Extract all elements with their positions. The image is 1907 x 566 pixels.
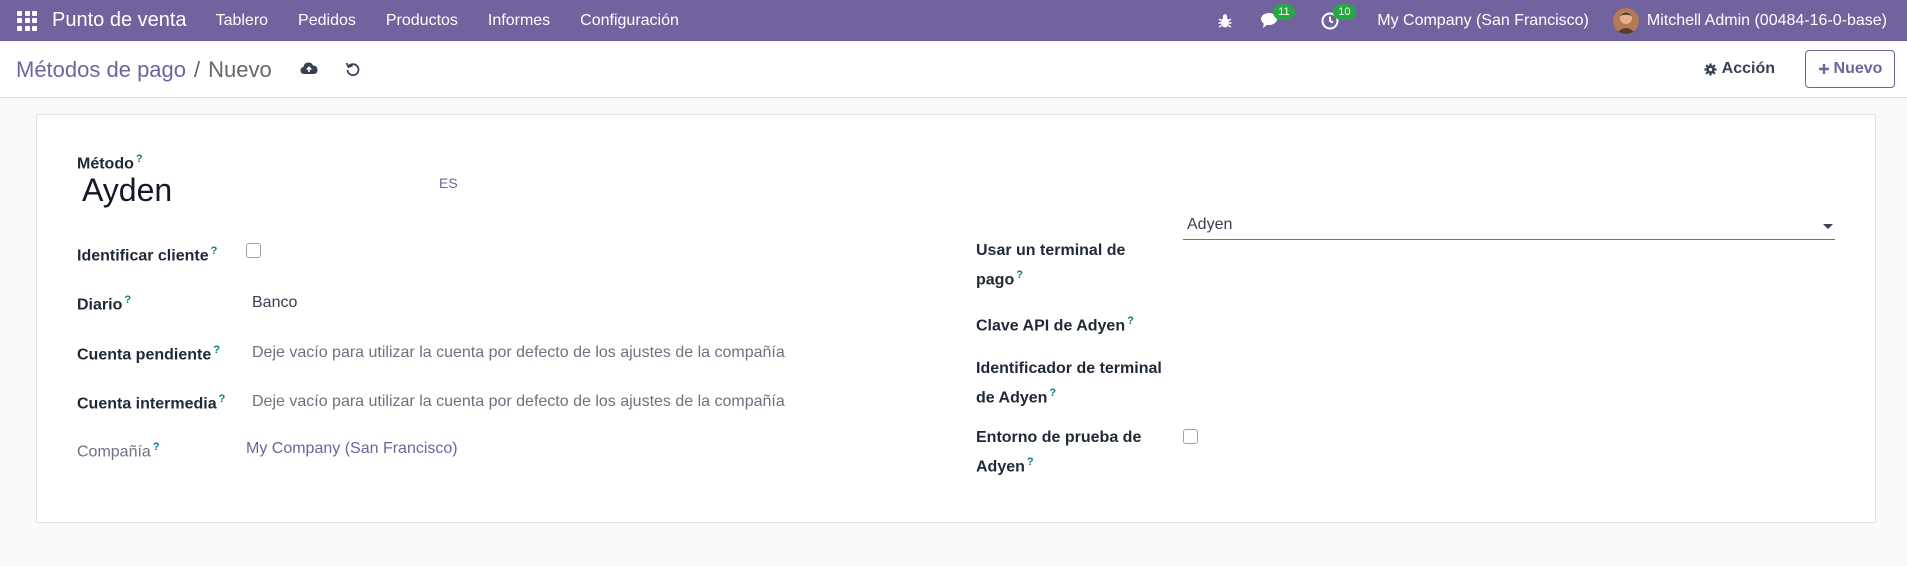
identify-customer-label: Identificar cliente? — [77, 245, 218, 265]
help-icon[interactable]: ? — [136, 153, 143, 165]
breadcrumb-separator: / — [194, 57, 201, 82]
identify-customer-checkbox[interactable] — [246, 243, 261, 258]
help-icon[interactable]: ? — [153, 441, 160, 453]
adyen-terminal-id-label: Identificador de terminal de Adyen? — [976, 360, 1162, 407]
top-navbar: Punto de venta Tablero Pedidos Productos… — [0, 0, 1907, 41]
action-button[interactable]: Acción — [1704, 60, 1775, 78]
payment-terminal-label: Usar un terminal de pago? — [976, 242, 1126, 289]
caret-down-icon — [1823, 224, 1833, 229]
help-icon[interactable]: ? — [1027, 456, 1034, 468]
form-sheet: Método? Ayden ES Identificar cliente? Di… — [36, 114, 1876, 523]
help-icon[interactable]: ? — [219, 393, 226, 405]
messages-badge: 11 — [1273, 4, 1295, 20]
discard-undo-icon[interactable] — [345, 61, 361, 82]
intermediary-account-field[interactable]: Deje vacío para utilizar la cuenta por d… — [252, 390, 785, 414]
journal-label: Diario? — [77, 294, 132, 314]
adyen-api-key-label: Clave API de Adyen? — [976, 315, 1134, 335]
apps-menu-icon[interactable] — [16, 10, 38, 32]
payment-terminal-select[interactable]: Adyen — [1183, 212, 1835, 240]
company-field[interactable]: My Company (San Francisco) — [246, 437, 458, 461]
menu-configuracion[interactable]: Configuración — [565, 12, 694, 30]
help-icon[interactable]: ? — [124, 294, 131, 306]
user-avatar[interactable] — [1612, 7, 1639, 34]
help-icon[interactable]: ? — [1016, 269, 1023, 281]
plus-icon — [1818, 64, 1829, 74]
receivable-account-field[interactable]: Deje vacío para utilizar la cuenta por d… — [252, 341, 785, 365]
user-menu[interactable]: Mitchell Admin (00484-16-0-base) — [1647, 12, 1887, 30]
debug-bug-icon[interactable] — [1217, 13, 1233, 29]
adyen-test-env-label: Entorno de prueba de Adyen? — [976, 429, 1142, 476]
activities-badge: 10 — [1333, 3, 1356, 20]
breadcrumb-current: Nuevo — [208, 57, 272, 82]
app-brand[interactable]: Punto de venta — [52, 9, 187, 32]
help-icon[interactable]: ? — [1127, 315, 1134, 327]
control-panel: Métodos de pago / Nuevo Acción Nuevo — [0, 41, 1907, 98]
language-toggle[interactable]: ES — [439, 175, 458, 191]
menu-pedidos[interactable]: Pedidos — [283, 12, 371, 30]
intermediary-account-label: Cuenta intermedia? — [77, 393, 226, 413]
receivable-account-label: Cuenta pendiente? — [77, 344, 220, 364]
method-name-input[interactable]: Ayden — [82, 172, 172, 209]
help-icon[interactable]: ? — [213, 344, 220, 356]
help-icon[interactable]: ? — [211, 245, 218, 257]
activities-clock-icon[interactable]: 10 — [1321, 3, 1356, 30]
action-label: Acción — [1721, 60, 1775, 77]
menu-tablero[interactable]: Tablero — [201, 12, 283, 30]
messages-icon[interactable]: 11 — [1261, 4, 1295, 29]
help-icon[interactable]: ? — [1049, 387, 1056, 399]
menu-informes[interactable]: Informes — [473, 12, 565, 30]
breadcrumb: Métodos de pago / Nuevo — [16, 57, 272, 83]
breadcrumb-parent[interactable]: Métodos de pago — [16, 57, 186, 83]
menu-productos[interactable]: Productos — [371, 12, 473, 30]
journal-field[interactable]: Banco — [252, 291, 297, 315]
adyen-test-env-checkbox[interactable] — [1183, 429, 1198, 444]
save-cloud-icon[interactable] — [300, 61, 318, 81]
company-switcher[interactable]: My Company (San Francisco) — [1377, 12, 1589, 30]
company-label: Compañía? — [77, 441, 160, 461]
new-button[interactable]: Nuevo — [1805, 50, 1895, 88]
new-label: Nuevo — [1833, 60, 1883, 77]
gear-icon — [1704, 62, 1717, 76]
